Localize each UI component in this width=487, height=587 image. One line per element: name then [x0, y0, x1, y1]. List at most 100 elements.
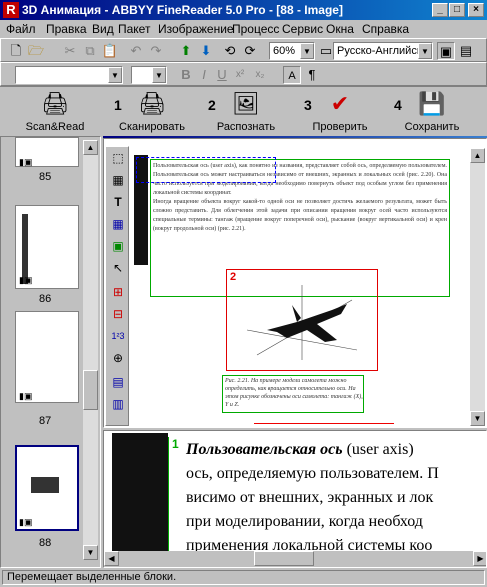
airplane-picture	[246, 285, 358, 360]
text-view-icon[interactable]: ▤	[457, 42, 475, 60]
save-step-button[interactable]: 4 💾 Сохранить	[392, 91, 472, 133]
target-icon[interactable]: ⊕	[109, 349, 127, 367]
window-title: 3D Анимация - ABBYY FineReader 5.0 Pro -…	[22, 3, 343, 17]
new-icon[interactable]: 🗋	[7, 42, 25, 60]
menu-image[interactable]: Изображение	[158, 22, 234, 36]
scroll-right-icon[interactable]: ▶	[473, 551, 486, 566]
caption-content: Рис. 2.21. На примере модели самолета мо…	[225, 378, 363, 408]
pointer-icon[interactable]: ↖	[109, 259, 127, 277]
thumbnail-label: 85	[39, 171, 52, 183]
menu-windows[interactable]: Окна	[326, 22, 354, 36]
image-view-icon[interactable]: ▣	[437, 42, 455, 60]
open-icon[interactable]: 🗁	[27, 42, 45, 60]
order-block-icon[interactable]: 1²3	[109, 327, 127, 345]
image-scrollbar[interactable]: ▲ ▼	[470, 148, 485, 426]
page-status-icon: ▮▣	[19, 391, 33, 401]
rotate-right-icon[interactable]: ⟳	[241, 42, 259, 60]
page-status-icon: ▮▣	[19, 157, 33, 167]
text-block-3[interactable]: Рис. 2.21. На примере модели самолета мо…	[222, 375, 364, 413]
down-arrow-icon[interactable]: ⬇	[197, 42, 215, 60]
text-block-icon[interactable]: T	[109, 193, 127, 211]
undo-icon[interactable]: ↶	[127, 42, 145, 60]
language-select[interactable]: Русско-Английский ▼	[333, 42, 433, 60]
font-name-select[interactable]: ▼	[15, 66, 123, 84]
thumbnail-label: 88	[39, 537, 52, 549]
pilcrow-icon[interactable]: ¶	[303, 66, 321, 84]
picture-block-icon[interactable]: ▣	[109, 237, 127, 255]
paste-icon[interactable]: 📋	[101, 42, 119, 60]
zoom-line: ось, определяемую пользователем. П	[186, 465, 439, 482]
select-block-icon[interactable]: ⬚	[109, 149, 127, 167]
font-color-icon[interactable]: A	[283, 66, 301, 84]
page-status-icon: ▮▣	[19, 517, 33, 527]
subscript-icon[interactable]: x₂	[251, 66, 269, 84]
selection-frame[interactable]	[136, 157, 276, 183]
cut-icon[interactable]: ✂	[61, 42, 79, 60]
thumbnail-label: 87	[39, 415, 52, 427]
add-block-icon[interactable]: ⊞	[109, 283, 127, 301]
scroll-down-icon[interactable]: ▼	[470, 411, 485, 426]
area-block-icon[interactable]: ▦	[109, 171, 127, 189]
menu-batch[interactable]: Пакет	[118, 22, 150, 36]
scroll-thumb[interactable]	[83, 370, 98, 410]
up-arrow-icon[interactable]: ⬆	[177, 42, 195, 60]
page-spine	[112, 433, 168, 563]
zoom-line: Пользовательская ось (user axis)	[186, 441, 414, 458]
table-merge-icon[interactable]: ▥	[109, 395, 127, 413]
menu-edit[interactable]: Правка	[46, 22, 87, 36]
italic-icon[interactable]: I	[195, 66, 213, 84]
page-status-icon: ▮▣	[19, 275, 33, 285]
scroll-up-icon[interactable]: ▲	[83, 140, 98, 155]
table-block-icon[interactable]: ▦	[109, 215, 127, 233]
menu-process[interactable]: Процесс	[232, 22, 279, 36]
scroll-thumb[interactable]	[254, 551, 314, 566]
divider-line	[254, 423, 394, 424]
zoom-hscrollbar[interactable]: ◀ ▶	[104, 551, 486, 567]
chevron-down-icon: ▼	[108, 67, 122, 83]
close-button[interactable]: ×	[468, 3, 484, 17]
text-block-1-content2: Иногда вращение объекта вокруг какой-то …	[153, 199, 447, 232]
zoom-line: висимо от внешних, экранных и лок	[186, 489, 434, 506]
main-toolbar: 🗋 🗁 ✂ ⧉ 📋 ↶ ↷ ⬆ ⬇ ⟲ ⟳ 60% ▼ ▭ Русско-Англ…	[0, 38, 487, 62]
recognize-step-button[interactable]: 2 🖼 Распознать	[206, 91, 286, 133]
scroll-left-icon[interactable]: ◀	[104, 551, 119, 566]
check-step-button[interactable]: 3 ✔ Проверить	[302, 91, 378, 133]
superscript-icon[interactable]: x²	[231, 66, 249, 84]
underline-icon[interactable]: U	[213, 66, 231, 84]
scan-step-button[interactable]: 1 🖨 Сканировать	[112, 91, 192, 133]
menu-view[interactable]: Вид	[92, 22, 114, 36]
save-icon: 💾	[418, 91, 446, 116]
minimize-button[interactable]: _	[432, 3, 448, 17]
font-size-select[interactable]: ▼	[131, 66, 167, 84]
app-icon[interactable]: R	[3, 2, 19, 18]
table-split-icon[interactable]: ▤	[109, 373, 127, 391]
chevron-down-icon: ▼	[418, 43, 432, 59]
menu-file[interactable]: Файл	[6, 22, 36, 36]
thumbnail-label: 86	[39, 293, 52, 305]
menu-help[interactable]: Справка	[362, 22, 409, 36]
check-icon: ✔	[330, 91, 350, 116]
wizard-bar: 🖨 Scan&Read 1 🖨 Сканировать 2 🖼 Распозна…	[0, 86, 487, 134]
maximize-button[interactable]: □	[449, 3, 465, 17]
scan-read-button[interactable]: 🖨 Scan&Read	[20, 91, 90, 133]
format-toolbar: ▼ ▼ B I U x² x₂ A ¶	[0, 62, 487, 86]
chevron-down-icon: ▼	[300, 43, 314, 59]
thumbnail-scrollbar[interactable]: ▲ ▼	[83, 140, 98, 560]
block-number: 2	[230, 271, 237, 283]
scanner-icon: 🖨	[138, 91, 166, 116]
bold-icon[interactable]: B	[177, 66, 195, 84]
picture-block-2[interactable]: 2	[226, 269, 378, 371]
redo-icon[interactable]: ↷	[147, 42, 165, 60]
chevron-down-icon: ▼	[152, 67, 166, 83]
menu-tools[interactable]: Сервис	[282, 22, 323, 36]
zoom-select[interactable]: 60% ▼	[269, 42, 315, 60]
image-window: Пользовательская ось (user axis), как по…	[103, 138, 487, 428]
rotate-left-icon[interactable]: ⟲	[221, 42, 239, 60]
scroll-down-icon[interactable]: ▼	[83, 545, 98, 560]
scroll-up-icon[interactable]: ▲	[470, 148, 485, 163]
thumbnail-87[interactable]	[15, 311, 79, 403]
copy-icon[interactable]: ⧉	[81, 42, 99, 60]
recognize-icon: 🖼	[232, 91, 260, 116]
cut-block-icon[interactable]: ⊟	[109, 305, 127, 323]
zoom-window: 1 Пользовательская ось (user axis) ось, …	[103, 430, 487, 568]
